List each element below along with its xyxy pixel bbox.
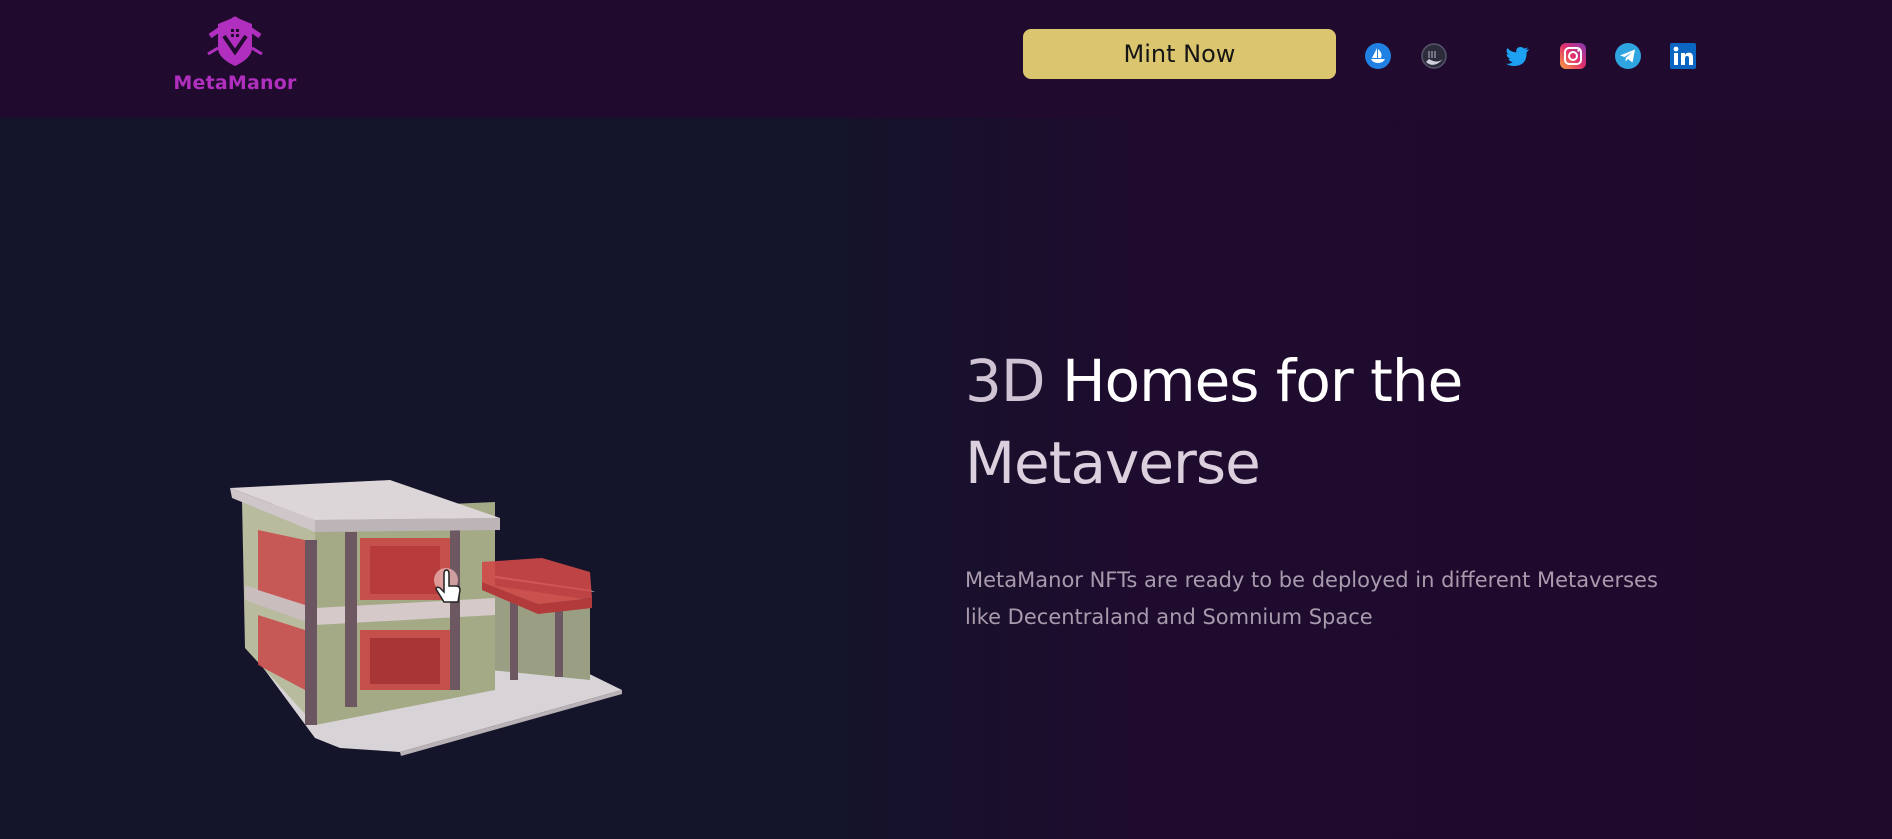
- headline-prefix: 3D: [965, 347, 1046, 415]
- top-header: MetaManor Mint Now: [0, 0, 1892, 118]
- house-3d-model[interactable]: [220, 480, 630, 760]
- instagram-icon[interactable]: [1559, 42, 1587, 70]
- opensea-icon[interactable]: [1364, 42, 1392, 70]
- hero-headline: 3D Homes for the Metaverse: [965, 340, 1765, 504]
- telegram-icon[interactable]: [1614, 42, 1642, 70]
- hero-description: MetaManor NFTs are ready to be deployed …: [965, 568, 1658, 629]
- linkedin-icon[interactable]: [1669, 42, 1697, 70]
- house-logo-icon: [207, 16, 263, 66]
- mint-now-button[interactable]: Mint Now: [1023, 29, 1336, 79]
- brand-logo[interactable]: MetaManor: [170, 14, 300, 100]
- headline-main: Homes for the: [1044, 347, 1463, 415]
- moon-icon[interactable]: [1420, 42, 1448, 70]
- twitter-icon[interactable]: [1504, 42, 1532, 70]
- brand-name: MetaManor: [173, 72, 297, 94]
- headline-suffix: Metaverse: [965, 429, 1261, 497]
